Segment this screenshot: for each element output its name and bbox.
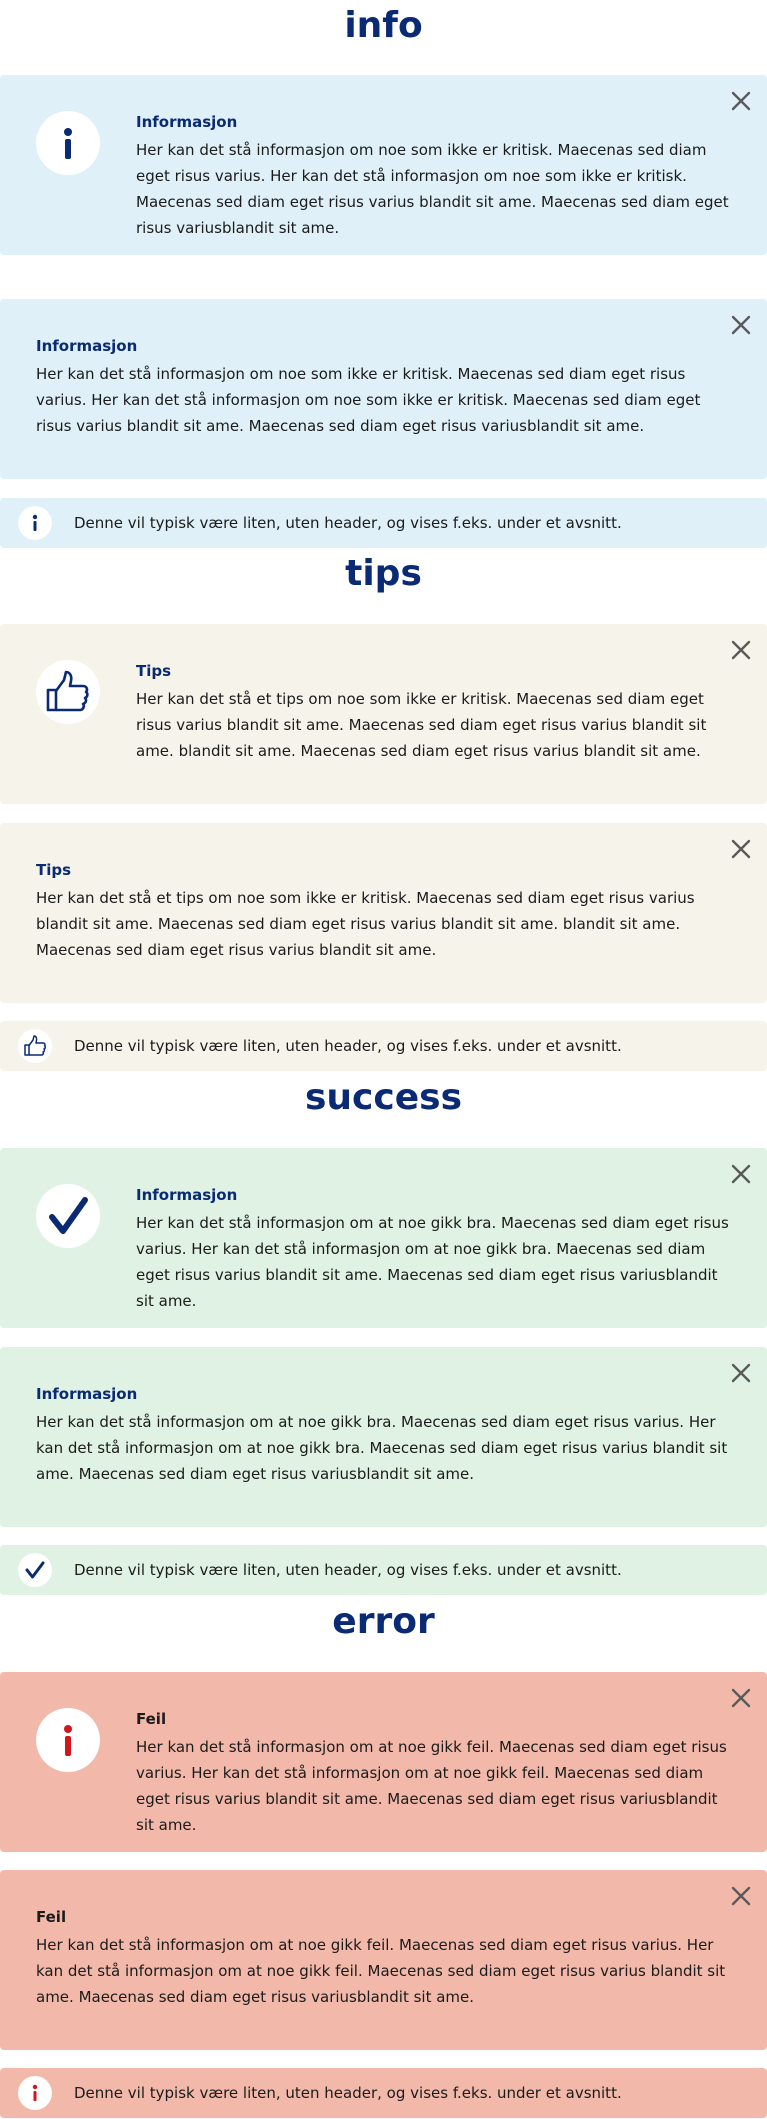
close-icon[interactable]: [729, 1686, 753, 1710]
close-icon[interactable]: [729, 1361, 753, 1385]
error-alert-large: Feil Her kan det stå informasjon om at n…: [0, 1672, 767, 1852]
alert-body: Her kan det stå informasjon om at noe gi…: [36, 1936, 726, 2006]
info-icon: [36, 111, 100, 175]
alert-heading: Informasjon: [136, 1186, 238, 1204]
section-title-info: info: [344, 5, 423, 46]
close-icon[interactable]: [729, 837, 753, 861]
success-alert-medium: Informasjon Her kan det stå informasjon …: [0, 1347, 767, 1527]
alert-heading: Tips: [136, 662, 172, 680]
alert-body: Her kan det stå informasjon om noe som i…: [36, 365, 701, 435]
close-icon[interactable]: [729, 89, 753, 113]
alert-heading: Feil: [136, 1710, 167, 1728]
error-alert-small: Denne vil typisk være liten, uten header…: [0, 2068, 767, 2118]
page: info Informasjon Her kan det stå informa…: [0, 0, 767, 2119]
alert-body: Her kan det stå informasjon om at noe gi…: [136, 1214, 729, 1310]
alert-body: Her kan det stå et tips om noe som ikke …: [36, 889, 695, 959]
info-alert-large: Informasjon Her kan det stå informasjon …: [0, 75, 767, 255]
checkmark-icon: [36, 1184, 100, 1248]
alert-body: Denne vil typisk være liten, uten header…: [74, 514, 622, 532]
info-alert-medium: Informasjon Her kan det stå informasjon …: [0, 299, 767, 479]
tips-alert-small: Denne vil typisk være liten, uten header…: [0, 1021, 767, 1071]
section-title-error: error: [332, 1601, 435, 1642]
alert-body: Her kan det stå informasjon om at noe gi…: [136, 1738, 727, 1834]
success-alert-small: Denne vil typisk være liten, uten header…: [0, 1545, 767, 1595]
alert-body: Her kan det stå informasjon om noe som i…: [136, 141, 729, 237]
alert-heading: Informasjon: [36, 337, 138, 355]
section-title-success: success: [304, 1077, 462, 1118]
alert-heading: Tips: [36, 861, 72, 879]
error-info-icon: [36, 1708, 100, 1772]
close-icon[interactable]: [729, 638, 753, 662]
alert-heading: Informasjon: [36, 1385, 138, 1403]
close-icon[interactable]: [729, 1162, 753, 1186]
tips-alert-large: Tips Her kan det stå et tips om noe som …: [0, 624, 767, 804]
section-title-tips: tips: [345, 553, 422, 594]
alert-heading: Informasjon: [136, 113, 238, 131]
alert-body: Her kan det stå et tips om noe som ikke …: [136, 690, 707, 760]
checkmark-icon: [18, 1553, 52, 1587]
alert-body: Denne vil typisk være liten, uten header…: [74, 1037, 622, 1055]
alert-heading: Feil: [36, 1908, 67, 1926]
close-icon[interactable]: [729, 313, 753, 337]
error-alert-medium: Feil Her kan det stå informasjon om at n…: [0, 1870, 767, 2050]
info-alert-small: Denne vil typisk være liten, uten header…: [0, 498, 767, 548]
thumbs-up-icon: [36, 660, 100, 724]
error-info-icon: [18, 2076, 52, 2110]
success-alert-large: Informasjon Her kan det stå informasjon …: [0, 1148, 767, 1328]
alert-body: Denne vil typisk være liten, uten header…: [74, 1561, 622, 1579]
thumbs-up-icon: [18, 1029, 52, 1063]
alert-body: Denne vil typisk være liten, uten header…: [74, 2084, 622, 2102]
info-icon: [18, 506, 52, 540]
tips-alert-medium: Tips Her kan det stå et tips om noe som …: [0, 823, 767, 1003]
alert-body: Her kan det stå informasjon om at noe gi…: [36, 1413, 728, 1483]
close-icon[interactable]: [729, 1884, 753, 1908]
